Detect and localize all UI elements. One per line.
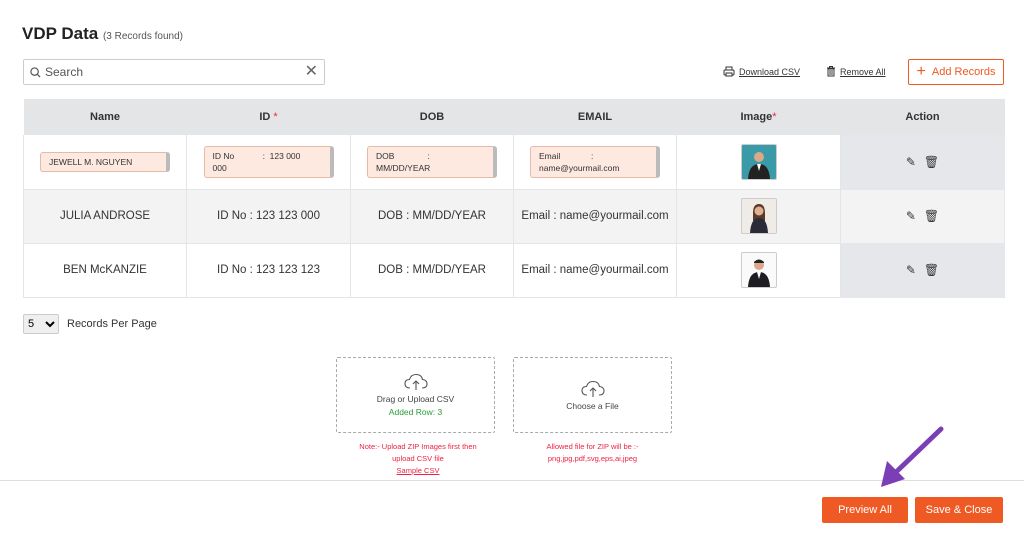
download-csv-label: Download CSV (739, 66, 801, 77)
table-row: BEN McKANZIE ID No : 123 123 123 DOB : M… (23, 243, 1005, 298)
remove-all-link[interactable]: Remove All (826, 66, 886, 77)
search-box[interactable]: ✕ (23, 59, 325, 85)
edit-icon[interactable]: ✎ (906, 155, 916, 169)
csv-upload-label: Drag or Upload CSV (376, 394, 455, 404)
email-edit-field[interactable]: Email : name@yourmail.com (530, 145, 660, 178)
plus-icon: + (916, 63, 926, 80)
modal-title-text: VDP Data (22, 24, 99, 43)
edit-icon[interactable]: ✎ (906, 209, 916, 223)
trash-icon (827, 66, 835, 77)
cell-email: Email : name@yourmail.com (513, 243, 677, 298)
zip-upload-note: Allowed file for ZIP will be :- png,jpg,… (546, 442, 639, 463)
header-name: Name (23, 99, 187, 135)
zip-upload-dropzone[interactable]: Choose a File (513, 357, 672, 433)
person-photo-thumbnail[interactable] (740, 143, 777, 180)
close-icon[interactable]: ˇ (1015, 0, 1020, 10)
preview-all-button[interactable]: Preview All (822, 497, 908, 523)
dob-edit-field[interactable]: DOB : MM/DD/YEAR (367, 145, 497, 178)
header-dob: DOB (350, 99, 514, 135)
annotation-arrow-icon (881, 426, 944, 487)
remove-all-label: Remove All (840, 66, 886, 77)
cell-dob: DOB : MM/DD/YEAR (350, 243, 514, 298)
id-edit-field[interactable]: ID No : 123 000 000 (203, 145, 334, 178)
record-count: (3 Records found) (102, 31, 183, 42)
clear-search-icon[interactable]: ✕ (305, 64, 318, 80)
person-photo-thumbnail[interactable] (740, 198, 777, 234)
cloud-upload-icon (403, 373, 428, 390)
delete-icon[interactable]: 🗑 (924, 155, 939, 169)
required-mark: * (273, 111, 278, 123)
header-action: Action (840, 99, 1005, 135)
download-csv-link[interactable]: Download CSV (723, 66, 800, 77)
edit-icon[interactable]: ✎ (906, 263, 916, 277)
delete-icon[interactable]: 🗑 (924, 209, 939, 223)
cloud-upload-icon (580, 380, 605, 397)
header-image: Image* (676, 99, 841, 135)
cell-email: Email : name@yourmail.com (513, 189, 677, 244)
cell-id: ID No : 123 123 000 (186, 189, 351, 244)
added-row-status: Added Row: 3 (388, 407, 443, 417)
csv-upload-dropzone[interactable]: Drag or Upload CSV Added Row: 3 (336, 357, 495, 433)
cell-dob: DOB : MM/DD/YEAR (350, 189, 514, 244)
records-per-page: 5 Records Per Page (23, 314, 157, 334)
person-photo-thumbnail[interactable] (740, 252, 777, 288)
header-email: EMAIL (513, 99, 677, 135)
save-close-button[interactable]: Save & Close (915, 497, 1003, 523)
required-mark: * (772, 111, 777, 123)
table-header-row: Name ID * DOB EMAIL Image* Action (23, 99, 1005, 135)
add-records-button[interactable]: + Add Records (908, 59, 1004, 85)
cell-name: BEN McKANZIE (23, 243, 187, 298)
printer-icon (723, 66, 735, 77)
per-page-label: Records Per Page (67, 318, 157, 330)
table-row: JULIA ANDROSE ID No : 123 123 000 DOB : … (23, 189, 1005, 244)
name-edit-field[interactable]: JEWELL M. NGUYEN (40, 151, 170, 172)
cell-id: ID No : 123 123 123 (186, 243, 351, 298)
csv-upload-note: Note:- Upload ZIP Images first then uplo… (359, 442, 477, 475)
search-input[interactable] (45, 65, 285, 79)
sample-csv-link[interactable]: Sample CSV (397, 466, 440, 475)
modal-title: VDP Data (3 Records found) (22, 24, 183, 44)
records-table: Name ID * DOB EMAIL Image* Action JEWELL… (23, 99, 1005, 298)
delete-icon[interactable]: 🗑 (924, 263, 939, 277)
zip-upload-label: Choose a File (566, 400, 619, 411)
table-row-editing: JEWELL M. NGUYEN ID No : 123 000 000 DOB … (23, 135, 1005, 190)
cell-name: JULIA ANDROSE (23, 189, 187, 244)
add-records-label: Add Records (931, 66, 996, 78)
vdp-data-modal: ˇ VDP Data (3 Records found) ✕ Download … (0, 0, 1024, 536)
per-page-select[interactable]: 5 (23, 314, 59, 334)
search-icon (30, 66, 41, 78)
header-id: ID * (186, 99, 351, 135)
modal-footer: Preview All Save & Close (0, 480, 1024, 536)
